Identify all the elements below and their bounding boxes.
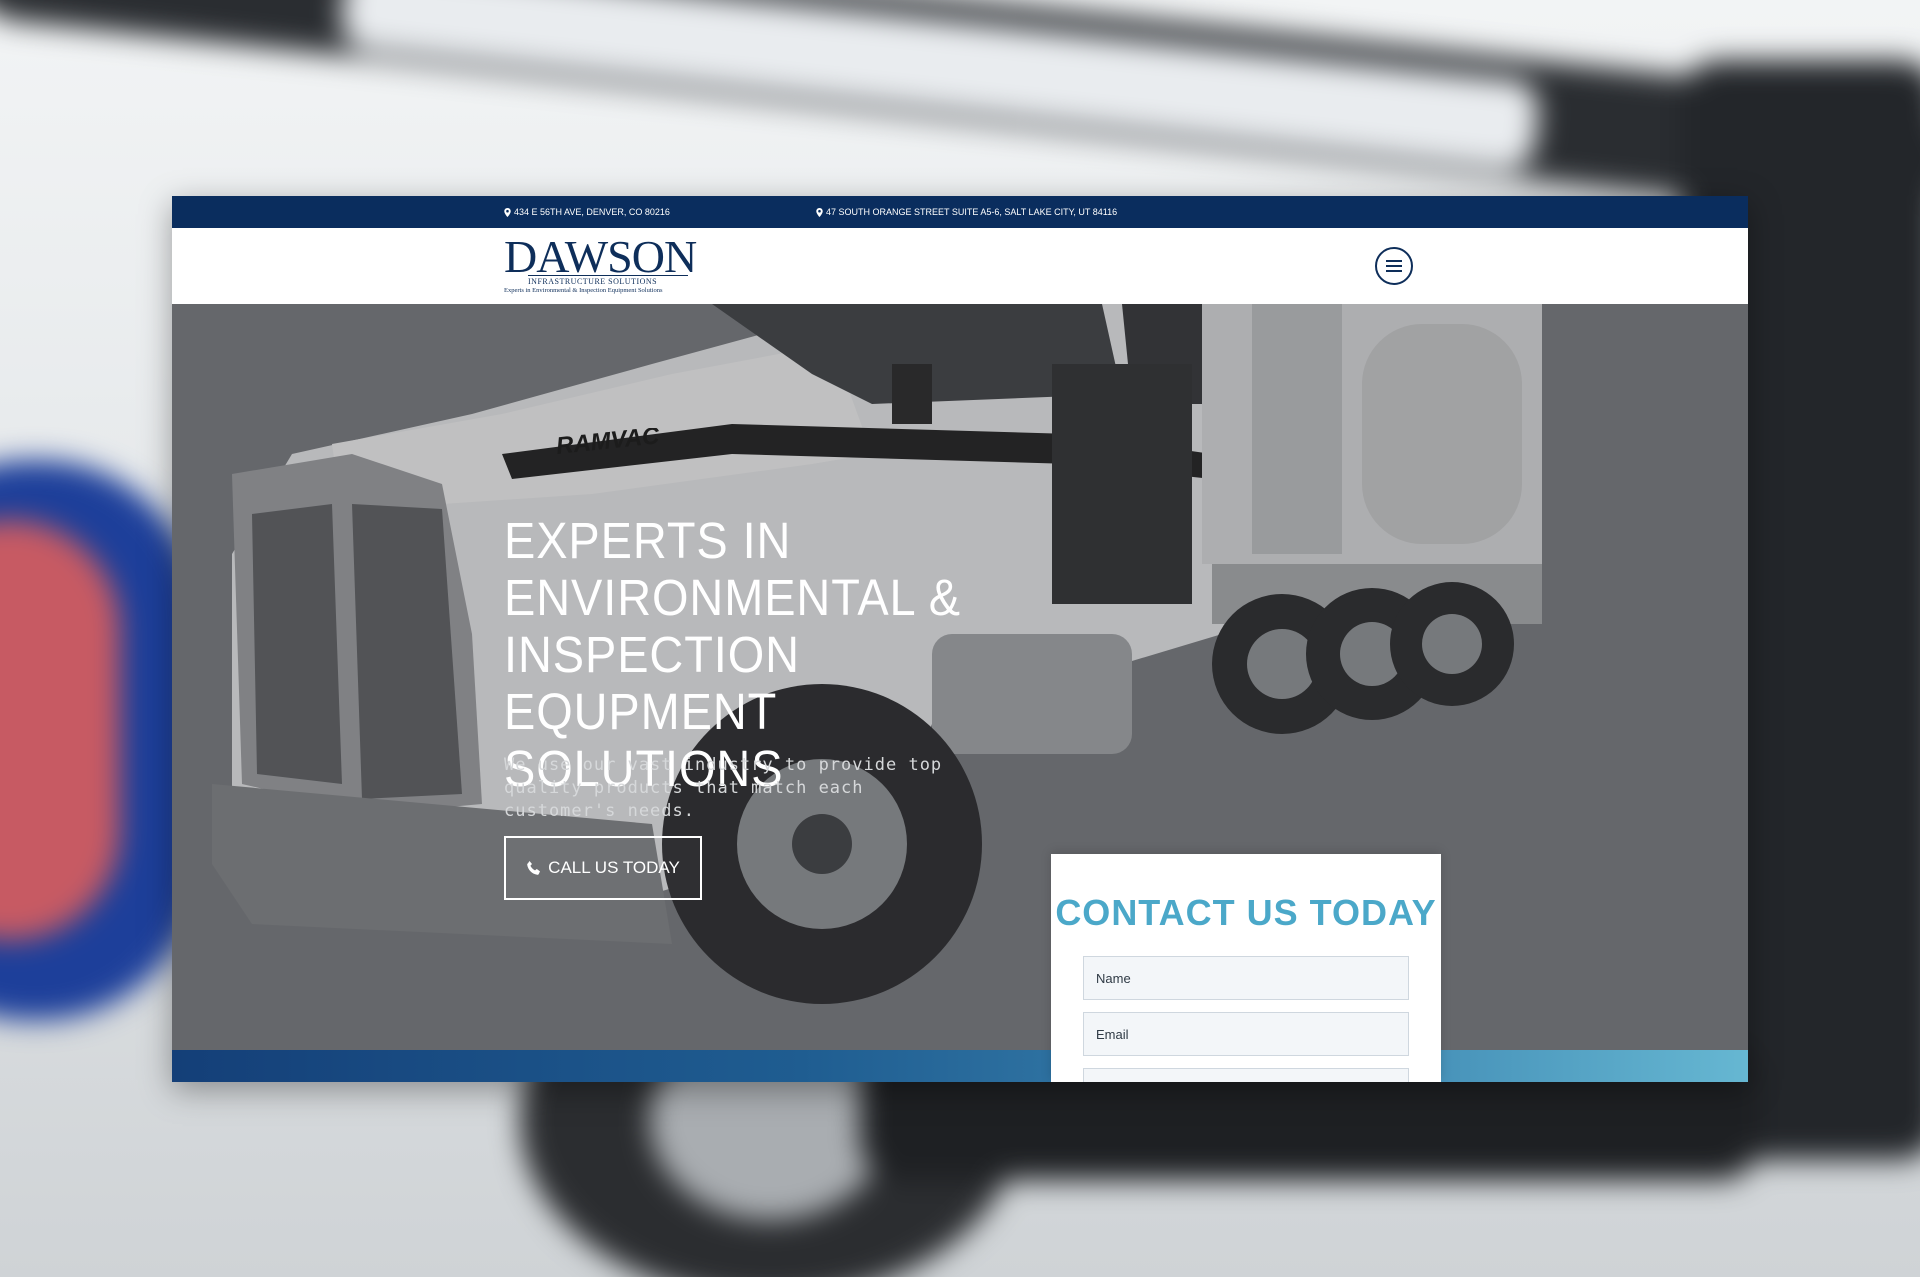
address-text: 434 E 56TH AVE, DENVER, CO 80216 <box>514 207 670 217</box>
contact-form-card: CONTACT US TODAY <box>1051 854 1441 1082</box>
hero-subtitle: We use our vast industry to provide top … <box>504 755 943 821</box>
form-field-partial[interactable] <box>1083 1068 1409 1082</box>
call-us-button[interactable]: CALL US TODAY <box>504 836 702 900</box>
site-header: DAWSON INFRASTRUCTURE SOLUTIONS Experts … <box>172 228 1748 304</box>
phone-icon <box>527 861 541 875</box>
svg-text:RAMVAC: RAMVAC <box>557 428 661 460</box>
truck-brand-text: RAMVAC <box>557 428 661 460</box>
hero-section: RAMVAC EXPERTS IN ENVIRONMENTAL & INSPEC… <box>172 304 1748 1050</box>
address-text: 47 SOUTH ORANGE STREET SUITE A5-6, SALT … <box>826 207 1118 217</box>
logo-subtitle: INFRASTRUCTURE SOLUTIONS <box>528 275 688 286</box>
name-input[interactable] <box>1083 956 1409 1000</box>
map-pin-icon <box>504 207 511 217</box>
call-us-label: CALL US TODAY <box>548 858 680 877</box>
gradient-stripe <box>172 1050 1748 1082</box>
address-denver[interactable]: 434 E 56TH AVE, DENVER, CO 80216 <box>504 207 670 217</box>
logo-tagline: Experts in Environmental & Inspection Eq… <box>504 287 663 294</box>
dawson-logo[interactable]: DAWSON INFRASTRUCTURE SOLUTIONS Experts … <box>504 234 714 298</box>
map-pin-icon <box>816 207 823 217</box>
website-frame: 434 E 56TH AVE, DENVER, CO 80216 47 SOUT… <box>172 196 1748 1082</box>
hamburger-menu-icon[interactable] <box>1375 247 1413 285</box>
address-salt-lake[interactable]: 47 SOUTH ORANGE STREET SUITE A5-6, SALT … <box>816 207 1117 217</box>
email-input[interactable] <box>1083 1012 1409 1056</box>
top-bar: 434 E 56TH AVE, DENVER, CO 80216 47 SOUT… <box>172 196 1748 228</box>
logo-wordmark: DAWSON <box>504 231 697 282</box>
contact-heading: CONTACT US TODAY <box>1055 892 1437 933</box>
